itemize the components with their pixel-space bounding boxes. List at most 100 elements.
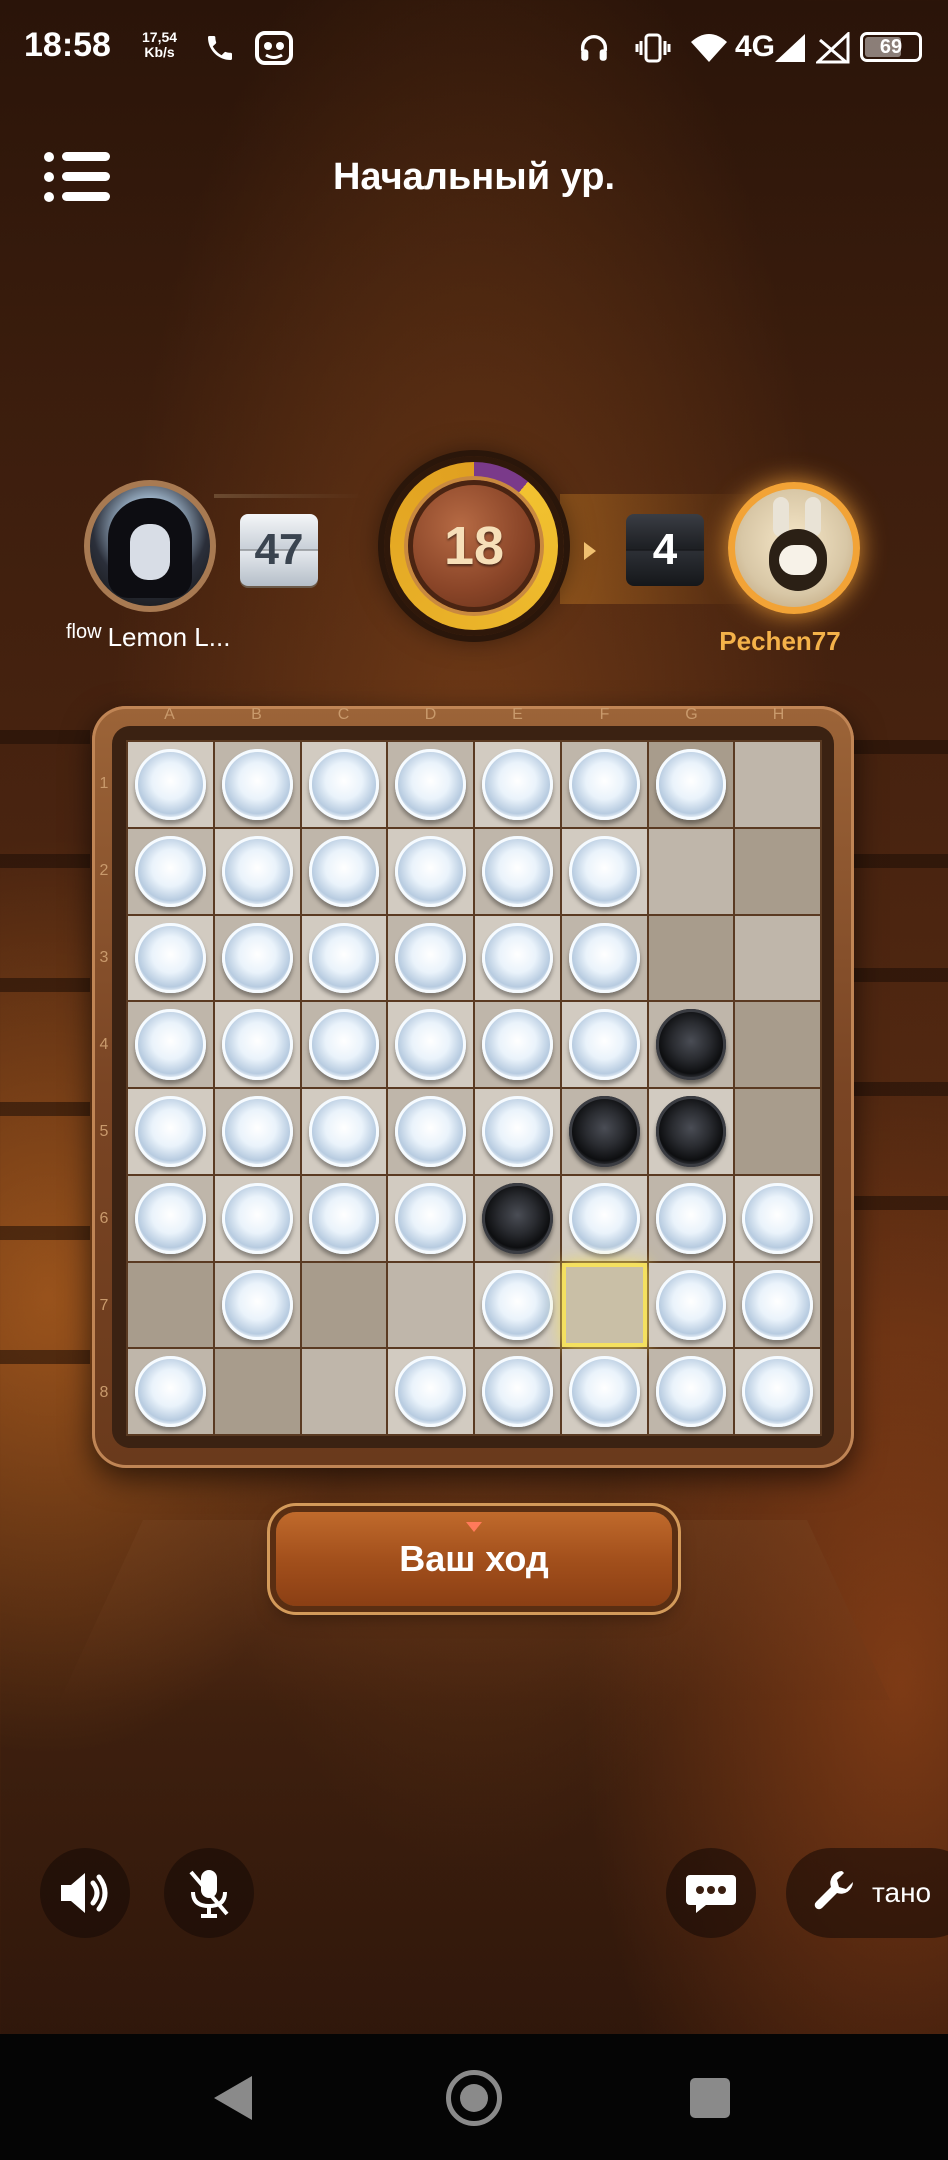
white-piece xyxy=(482,1009,553,1080)
network-type: 4G xyxy=(735,30,776,63)
board-cell-e7[interactable] xyxy=(475,1262,560,1348)
black-piece xyxy=(482,1182,553,1254)
board-cell-f3[interactable] xyxy=(561,915,647,1001)
board-cell-g5[interactable] xyxy=(648,1089,734,1174)
board-cell-f6[interactable] xyxy=(561,1175,647,1261)
board-cell-e8[interactable] xyxy=(475,1349,560,1434)
home-icon[interactable] xyxy=(446,2070,502,2126)
board-cell-a7[interactable] xyxy=(128,1262,213,1348)
board-cell-a1[interactable] xyxy=(128,742,213,827)
board-cell-d8[interactable] xyxy=(388,1349,473,1434)
board-cell-c8[interactable] xyxy=(301,1349,387,1434)
board-cell-a4[interactable] xyxy=(128,1002,213,1087)
board-cell-b8[interactable] xyxy=(214,1349,300,1434)
board-cell-g6[interactable] xyxy=(648,1175,734,1261)
board-cell-a6[interactable] xyxy=(128,1175,213,1261)
board-cell-d1[interactable] xyxy=(388,742,473,827)
board-cell-d6[interactable] xyxy=(388,1175,473,1261)
white-piece xyxy=(655,1269,727,1341)
board-cell-a5[interactable] xyxy=(128,1089,213,1174)
recent-apps-icon[interactable] xyxy=(690,2078,730,2118)
board-cell-e4[interactable] xyxy=(475,1002,560,1087)
board-cell-e2[interactable] xyxy=(475,828,560,914)
board-cell-e6[interactable] xyxy=(475,1175,560,1261)
board-cell-h6[interactable] xyxy=(735,1175,820,1261)
board-cell-d3[interactable] xyxy=(388,915,473,1001)
white-piece xyxy=(395,749,466,820)
back-icon[interactable] xyxy=(214,2076,252,2120)
board-cell-b6[interactable] xyxy=(214,1175,300,1261)
player-right-avatar[interactable] xyxy=(728,482,860,614)
game-board[interactable] xyxy=(126,740,822,1436)
board-cell-g4[interactable] xyxy=(648,1002,734,1087)
board-cell-b7[interactable] xyxy=(214,1262,300,1348)
board-cell-c6[interactable] xyxy=(301,1175,387,1261)
board-cell-h5[interactable] xyxy=(735,1089,820,1174)
board-cell-f8[interactable] xyxy=(561,1349,647,1434)
white-piece xyxy=(221,922,293,994)
chat-icon[interactable] xyxy=(666,1848,756,1938)
speaker-icon[interactable] xyxy=(40,1848,130,1938)
column-label-f: F xyxy=(599,706,610,723)
board-cell-c2[interactable] xyxy=(301,828,387,914)
board-cell-b3[interactable] xyxy=(214,915,300,1001)
column-label-b: B xyxy=(251,706,262,723)
board-cell-d4[interactable] xyxy=(388,1002,473,1087)
board-cell-c7[interactable] xyxy=(301,1262,387,1348)
board-cell-g1[interactable] xyxy=(648,742,734,827)
board-cell-c4[interactable] xyxy=(301,1002,387,1087)
board-cell-h3[interactable] xyxy=(735,915,820,1001)
white-piece xyxy=(308,835,380,907)
board-cell-a2[interactable] xyxy=(128,828,213,914)
board-cell-g7[interactable] xyxy=(648,1262,734,1348)
white-piece xyxy=(482,749,553,820)
turn-marker-icon xyxy=(466,1522,482,1532)
white-piece xyxy=(135,1356,206,1427)
tools-button[interactable]: тано xyxy=(786,1848,948,1938)
board-cell-d7[interactable] xyxy=(388,1262,473,1348)
black-piece xyxy=(568,1096,640,1167)
board-cell-a3[interactable] xyxy=(128,915,213,1001)
board-cell-f1[interactable] xyxy=(561,742,647,827)
your-turn-label: Ваш ход xyxy=(399,1538,549,1579)
board-cell-b1[interactable] xyxy=(214,742,300,827)
board-cell-c5[interactable] xyxy=(301,1089,387,1174)
board-cell-d5[interactable] xyxy=(388,1089,473,1174)
board-cell-b4[interactable] xyxy=(214,1002,300,1087)
board-cell-f2[interactable] xyxy=(561,828,647,914)
board-cell-h7[interactable] xyxy=(735,1262,820,1348)
player-right-name[interactable]: Pechen77 xyxy=(700,626,860,657)
white-piece xyxy=(221,1182,293,1254)
board-cell-h8[interactable] xyxy=(735,1349,820,1434)
board-cell-b2[interactable] xyxy=(214,828,300,914)
board-cell-f4[interactable] xyxy=(561,1002,647,1087)
board-cell-f7[interactable] xyxy=(561,1262,647,1348)
board-cell-e3[interactable] xyxy=(475,915,560,1001)
board-cell-g8[interactable] xyxy=(648,1349,734,1434)
white-piece xyxy=(221,1009,293,1080)
board-cell-e1[interactable] xyxy=(475,742,560,827)
row-label-2: 2 xyxy=(99,861,109,879)
row-label-4: 4 xyxy=(99,1035,109,1053)
row-label-3: 3 xyxy=(99,948,109,966)
black-piece xyxy=(655,1096,727,1167)
board-cell-g2[interactable] xyxy=(648,828,734,914)
board-cell-h4[interactable] xyxy=(735,1002,820,1087)
board-cell-e5[interactable] xyxy=(475,1089,560,1174)
player-left-name[interactable]: flow Lemon L... xyxy=(66,621,230,653)
player-left-avatar[interactable] xyxy=(84,480,216,612)
board-cell-c3[interactable] xyxy=(301,915,387,1001)
board-cell-g3[interactable] xyxy=(648,915,734,1001)
white-piece xyxy=(395,1009,466,1080)
board-cell-b5[interactable] xyxy=(214,1089,300,1174)
board-cell-h1[interactable] xyxy=(735,742,820,827)
mic-off-icon[interactable] xyxy=(164,1848,254,1938)
board-cell-h2[interactable] xyxy=(735,828,820,914)
row-label-1: 1 xyxy=(99,774,109,792)
white-piece xyxy=(395,922,466,994)
board-cell-a8[interactable] xyxy=(128,1349,213,1434)
board-cell-d2[interactable] xyxy=(388,828,473,914)
board-cell-f5[interactable] xyxy=(561,1089,647,1174)
board-cell-c1[interactable] xyxy=(301,742,387,827)
wrench-icon xyxy=(812,1867,860,1920)
